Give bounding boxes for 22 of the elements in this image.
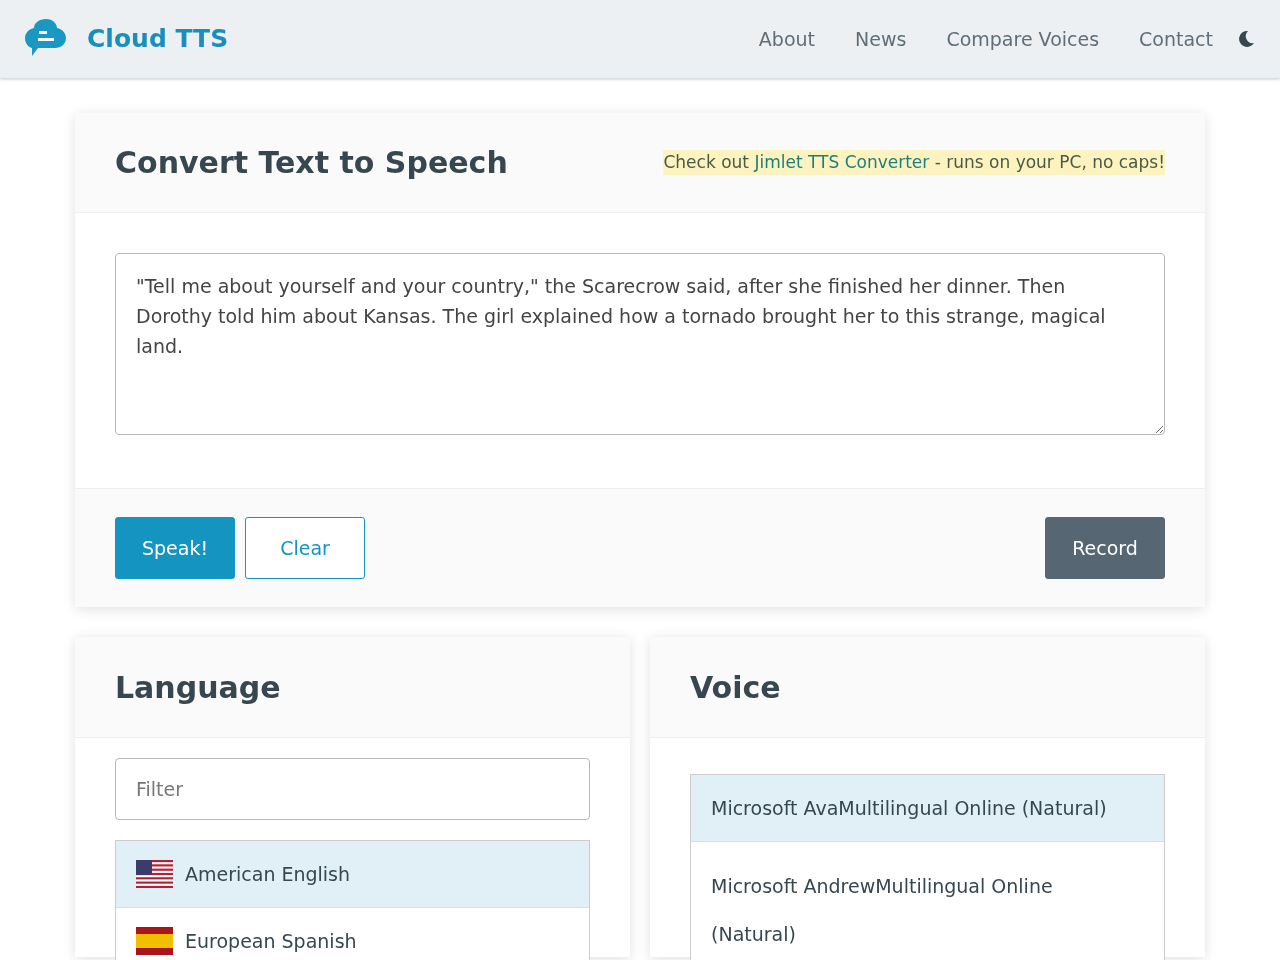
filter-field[interactable]: Filter [115,758,590,820]
spain-flag-icon [136,927,173,955]
nav-link[interactable]: About [758,24,816,54]
clear-button[interactable]: Clear [245,517,365,579]
nav-link[interactable]: Contact [1139,24,1213,54]
card-title: Voice [690,668,781,707]
language-name: European Spanish [185,928,357,954]
speak-button[interactable]: Speak! [115,517,235,579]
card-title: Convert Text to Speech [115,144,508,182]
language-name: American English [185,861,351,887]
promo-link[interactable]: Jimlet TTS Converter [754,151,930,172]
us-flag-icon [136,860,173,888]
moon-icon[interactable] [1237,30,1255,48]
nav-link[interactable]: News [855,24,907,54]
promo-text: Check out Jimlet TTS Converter - runs on your PC, no caps! [663,149,1165,176]
voice-item[interactable]: Microsoft AvaMultilingual Online (Natural) [691,775,1164,842]
card-title: Language [115,668,281,707]
record-button[interactable]: Record [1045,517,1165,579]
text-input-field[interactable]: "Tell me about yourself and your country," the Scarecrow said, after she finished her dinner. Then Dorothy told him about Kansas. The girl explained how a tornado brought her to this strange, magical land. [115,253,1165,435]
language-item[interactable]: American English [116,841,589,908]
nav-link[interactable]: Compare Voices [946,24,1100,54]
brand-link[interactable]: Cloud TTS [87,20,229,58]
